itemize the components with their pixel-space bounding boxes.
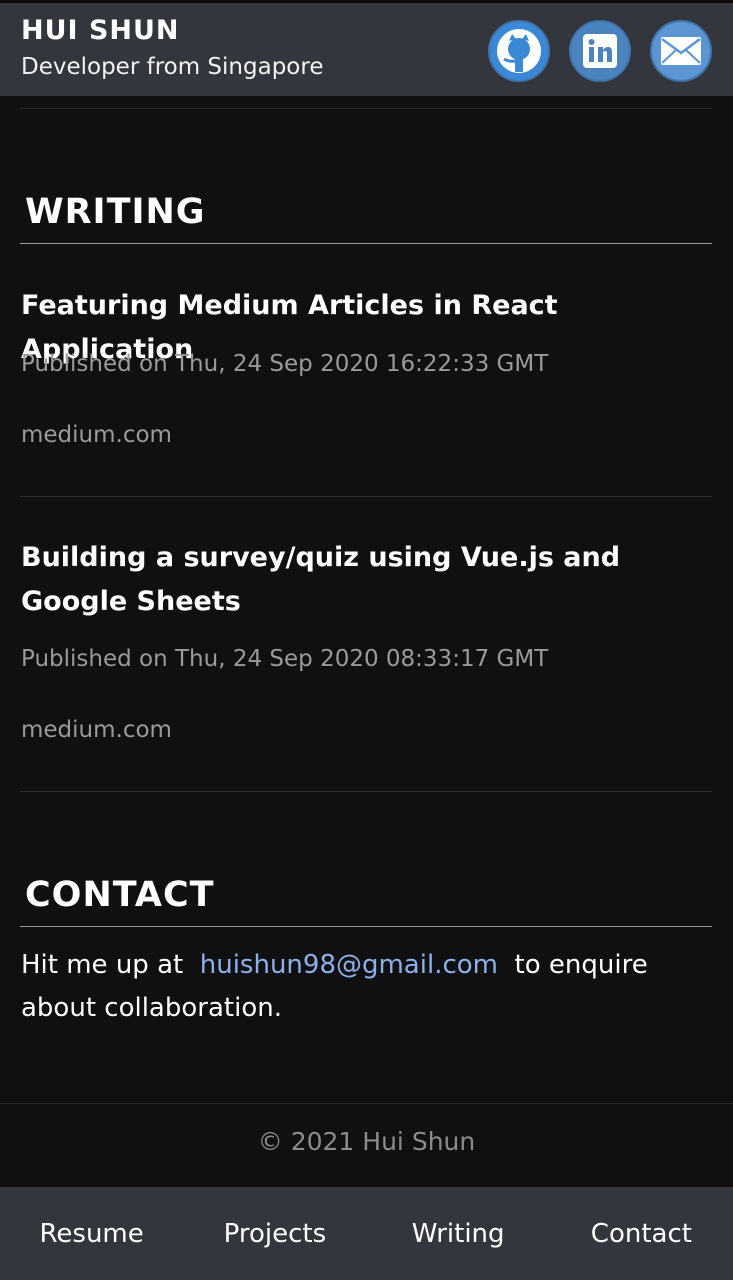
copyright-text: © 2021 Hui Shun	[257, 1127, 476, 1156]
nav-projects[interactable]: Projects	[183, 1219, 366, 1249]
email-button[interactable]	[650, 20, 712, 82]
article-divider	[20, 496, 712, 497]
nav-resume[interactable]: Resume	[0, 1219, 183, 1249]
github-icon	[497, 29, 541, 73]
writing-heading-rule	[20, 243, 712, 244]
site-tagline: Developer from Singapore	[21, 54, 324, 80]
contact-heading-rule	[20, 926, 712, 927]
article-source-link[interactable]: medium.com	[21, 717, 172, 743]
email-link[interactable]: huishun98@gmail.com	[200, 950, 498, 980]
nav-contact[interactable]: Contact	[550, 1219, 733, 1249]
top-header: HUI SHUN Developer from Singapore	[0, 0, 733, 96]
contact-heading: CONTACT	[25, 875, 215, 915]
mail-icon	[661, 37, 701, 65]
contact-prefix: Hit me up at	[21, 950, 184, 980]
article-date: Published on Thu, 24 Sep 2020 16:22:33 G…	[21, 351, 549, 377]
linkedin-button[interactable]	[569, 20, 631, 82]
github-button[interactable]	[488, 20, 550, 82]
linkedin-icon	[583, 34, 617, 68]
article-title[interactable]: Building a survey/quiz using Vue.js and …	[21, 536, 681, 624]
site-name[interactable]: HUI SHUN	[21, 15, 180, 46]
article-source-link[interactable]: medium.com	[21, 422, 172, 448]
bottom-nav: Resume Projects Writing Contact	[0, 1187, 733, 1280]
article-divider	[20, 791, 712, 792]
divider	[20, 108, 712, 109]
contact-text: Hit me up at huishun98@gmail.com to enqu…	[21, 944, 711, 1030]
article-date: Published on Thu, 24 Sep 2020 08:33:17 G…	[21, 646, 549, 672]
writing-heading: WRITING	[25, 192, 206, 232]
nav-writing[interactable]: Writing	[367, 1219, 550, 1249]
footer-divider	[0, 1103, 733, 1104]
